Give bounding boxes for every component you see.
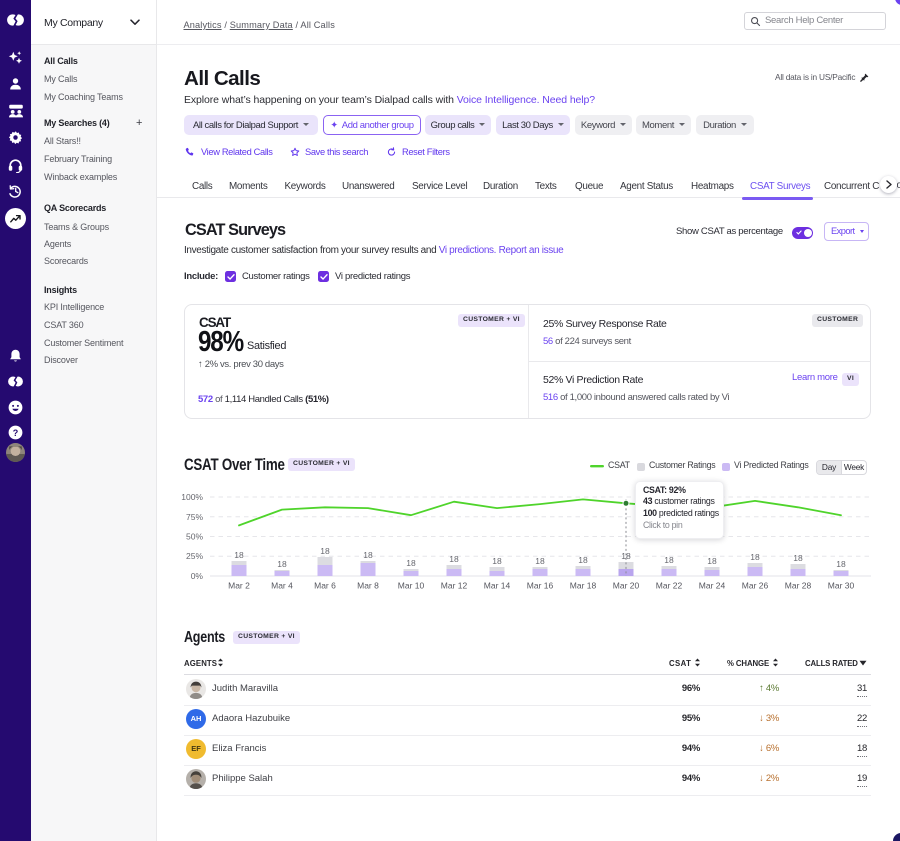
- svg-text:Mar 10: Mar 10: [398, 581, 425, 591]
- svg-text:Mar 20: Mar 20: [613, 581, 640, 591]
- svg-text:18: 18: [277, 559, 287, 569]
- svg-text:18: 18: [234, 550, 244, 560]
- svg-text:75%: 75%: [186, 512, 203, 522]
- svg-text:18: 18: [320, 546, 330, 556]
- svg-text:18: 18: [535, 556, 545, 566]
- svg-text:18: 18: [363, 550, 373, 560]
- svg-text:18: 18: [793, 553, 803, 563]
- svg-text:Mar 24: Mar 24: [699, 581, 726, 591]
- svg-text:Mar 26: Mar 26: [742, 581, 769, 591]
- svg-text:Mar 8: Mar 8: [357, 581, 379, 591]
- svg-text:18: 18: [707, 556, 717, 566]
- svg-text:Mar 2: Mar 2: [228, 581, 250, 591]
- svg-text:100%: 100%: [181, 492, 203, 502]
- svg-text:Mar 28: Mar 28: [785, 581, 812, 591]
- svg-text:0%: 0%: [191, 571, 204, 581]
- svg-text:Mar 16: Mar 16: [527, 581, 554, 591]
- svg-text:18: 18: [836, 559, 846, 569]
- svg-text:Mar 30: Mar 30: [828, 581, 855, 591]
- svg-text:18: 18: [578, 555, 588, 565]
- svg-text:Mar 14: Mar 14: [484, 581, 511, 591]
- svg-text:18: 18: [406, 558, 416, 568]
- svg-text:Mar 12: Mar 12: [441, 581, 468, 591]
- svg-text:?: ?: [13, 428, 19, 438]
- svg-text:Mar 18: Mar 18: [570, 581, 597, 591]
- svg-text:25%: 25%: [186, 551, 203, 561]
- svg-text:50%: 50%: [186, 532, 203, 542]
- svg-text:Mar 6: Mar 6: [314, 581, 336, 591]
- svg-text:18: 18: [449, 554, 459, 564]
- svg-text:Mar 4: Mar 4: [271, 581, 293, 591]
- svg-text:18: 18: [664, 555, 674, 565]
- svg-text:18: 18: [750, 552, 760, 562]
- svg-text:Mar 22: Mar 22: [656, 581, 683, 591]
- svg-text:18: 18: [492, 556, 502, 566]
